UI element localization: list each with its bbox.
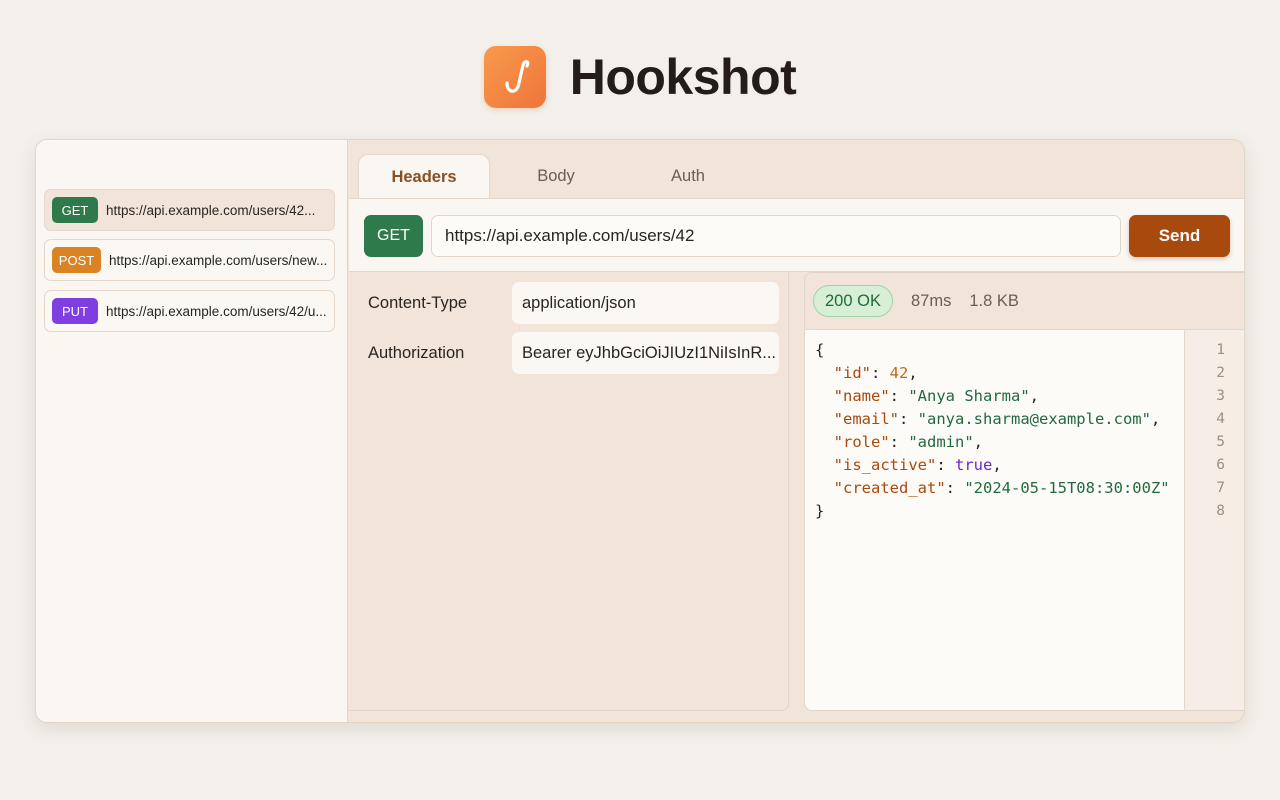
header-key[interactable]: Authorization (368, 332, 464, 374)
app-window: GET https://api.example.com/users/42... … (35, 139, 1245, 723)
header-value[interactable]: Bearer eyJhbGciOiJIUzI1NiIsInR... (512, 332, 779, 374)
history-url: https://api.example.com/users/new... (109, 252, 328, 268)
history-item-put[interactable]: PUT https://api.example.com/users/42/u..… (44, 290, 335, 332)
response-size: 1.8 KB (969, 291, 1019, 310)
code-line: "role": "admin", (833, 433, 984, 451)
tab-body[interactable]: Body (490, 154, 622, 198)
app-title: Hookshot (569, 49, 797, 105)
code-line: { (815, 341, 825, 359)
code-line: "name": "Anya Sharma", (833, 387, 1040, 405)
response-panel: 200 OK 87ms 1.8 KB { "id": 42, "name": "… (804, 272, 1244, 711)
request-bar: GET Send (349, 198, 1244, 272)
url-input[interactable] (431, 215, 1121, 257)
method-badge-get: GET (52, 197, 98, 223)
line-number: 5 (1216, 434, 1225, 450)
tab-auth[interactable]: Auth (622, 154, 754, 198)
code-line: "created_at": "2024-05-15T08:30:00Z" (833, 479, 1170, 497)
request-workspace: Headers Body Auth GET Send Content-Type … (349, 140, 1244, 722)
line-number: 6 (1216, 457, 1225, 473)
response-time: 87ms (910, 291, 952, 310)
line-number: 3 (1216, 388, 1225, 404)
method-select-button[interactable]: GET (364, 215, 423, 257)
history-url: https://api.example.com/users/42/u... (106, 303, 327, 319)
line-number: 2 (1216, 365, 1225, 381)
response-body[interactable]: { "id": 42, "name": "Anya Sharma", "emai… (805, 329, 1185, 710)
history-item-get[interactable]: GET https://api.example.com/users/42... (44, 189, 335, 231)
line-number-gutter: 1 2 3 4 5 6 7 8 (1185, 329, 1244, 710)
line-number: 4 (1216, 411, 1225, 427)
header-row: Authorization Bearer eyJhbGciOiJIUzI1NiI… (349, 332, 789, 374)
history-url: https://api.example.com/users/42... (106, 202, 316, 218)
line-number: 8 (1216, 503, 1225, 519)
method-badge-post: POST (52, 247, 101, 273)
code-line: "is_active": true, (833, 456, 1002, 474)
header-value[interactable]: application/json (512, 282, 779, 324)
response-status-bar: 200 OK 87ms 1.8 KB (805, 273, 1244, 329)
tab-headers[interactable]: Headers (358, 154, 490, 199)
history-item-post[interactable]: POST https://api.example.com/users/new..… (44, 239, 335, 281)
brand-header: Hookshot (0, 46, 1280, 108)
code-line: } (815, 502, 825, 520)
status-badge: 200 OK (813, 285, 893, 317)
header-key[interactable]: Content-Type (368, 282, 467, 324)
hook-icon (483, 46, 546, 108)
history-sidebar: GET https://api.example.com/users/42... … (36, 140, 348, 722)
line-number: 1 (1216, 342, 1225, 358)
line-number: 7 (1216, 480, 1225, 496)
code-line: "email": "anya.sharma@example.com", (833, 410, 1161, 428)
headers-panel: Content-Type application/json Authorizat… (349, 272, 789, 711)
code-line: "id": 42, (833, 364, 918, 382)
send-button[interactable]: Send (1129, 215, 1230, 257)
header-row: Content-Type application/json (349, 282, 789, 324)
method-badge-put: PUT (52, 298, 98, 324)
